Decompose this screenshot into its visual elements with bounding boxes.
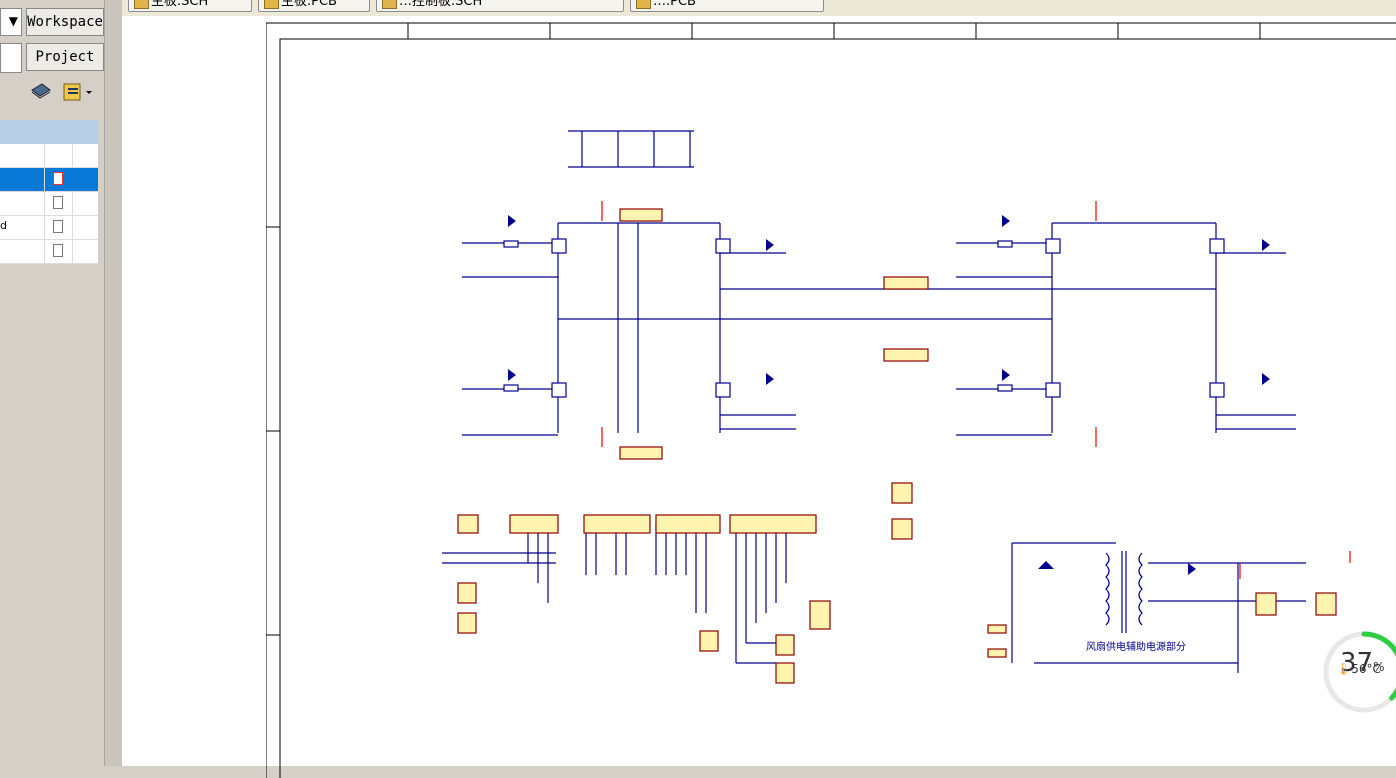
list-item[interactable] [0,192,98,216]
document-icon [53,196,63,209]
pcb-icon [264,0,279,9]
pcb-document-red-icon [53,172,63,185]
temperature-readout: 🌡56°C [1336,662,1381,676]
tab-control-sch[interactable]: …控制板.SCH [376,0,624,12]
schematic-sheet: 风扇供电辅助电源部分 [266,22,1396,778]
list-item[interactable]: d [0,216,98,240]
thermometer-icon: 🌡 [1336,662,1352,676]
chevron-down-icon: ▼ [8,14,18,28]
document-icon [53,244,63,257]
aux-power-annotation: 风扇供电辅助电源部分 [1086,640,1186,653]
tab-control-pcb[interactable]: ….PCB [630,0,824,12]
schematic-icon [134,0,149,9]
workspace-button[interactable]: Workspace [26,8,104,36]
file-list-header-row [0,144,98,168]
panel-toolbar [28,80,104,104]
document-tab-bar: 主板.SCH 主板.PCB …控制板.SCH ….PCB [122,0,1396,16]
tab-main-sch[interactable]: 主板.SCH [128,0,252,12]
document-icon [53,220,63,233]
project-panel: ▼ Workspace Project d [0,0,104,766]
tab-main-pcb[interactable]: 主板.PCB [258,0,370,12]
schematic-icon [382,0,397,9]
file-list-header [0,120,98,144]
list-item[interactable] [0,240,98,264]
panel-splitter[interactable] [104,0,123,766]
project-input[interactable] [0,43,22,73]
document-options-icon[interactable] [63,83,92,101]
compile-icon[interactable] [31,83,51,99]
list-item[interactable] [0,168,98,192]
schematic-canvas[interactable]: 风扇供电辅助电源部分 [122,16,1396,778]
file-list: d [0,120,98,266]
pcb-icon [636,0,651,9]
workspace-dropdown[interactable]: ▼ [0,8,22,36]
project-button[interactable]: Project [26,43,104,71]
